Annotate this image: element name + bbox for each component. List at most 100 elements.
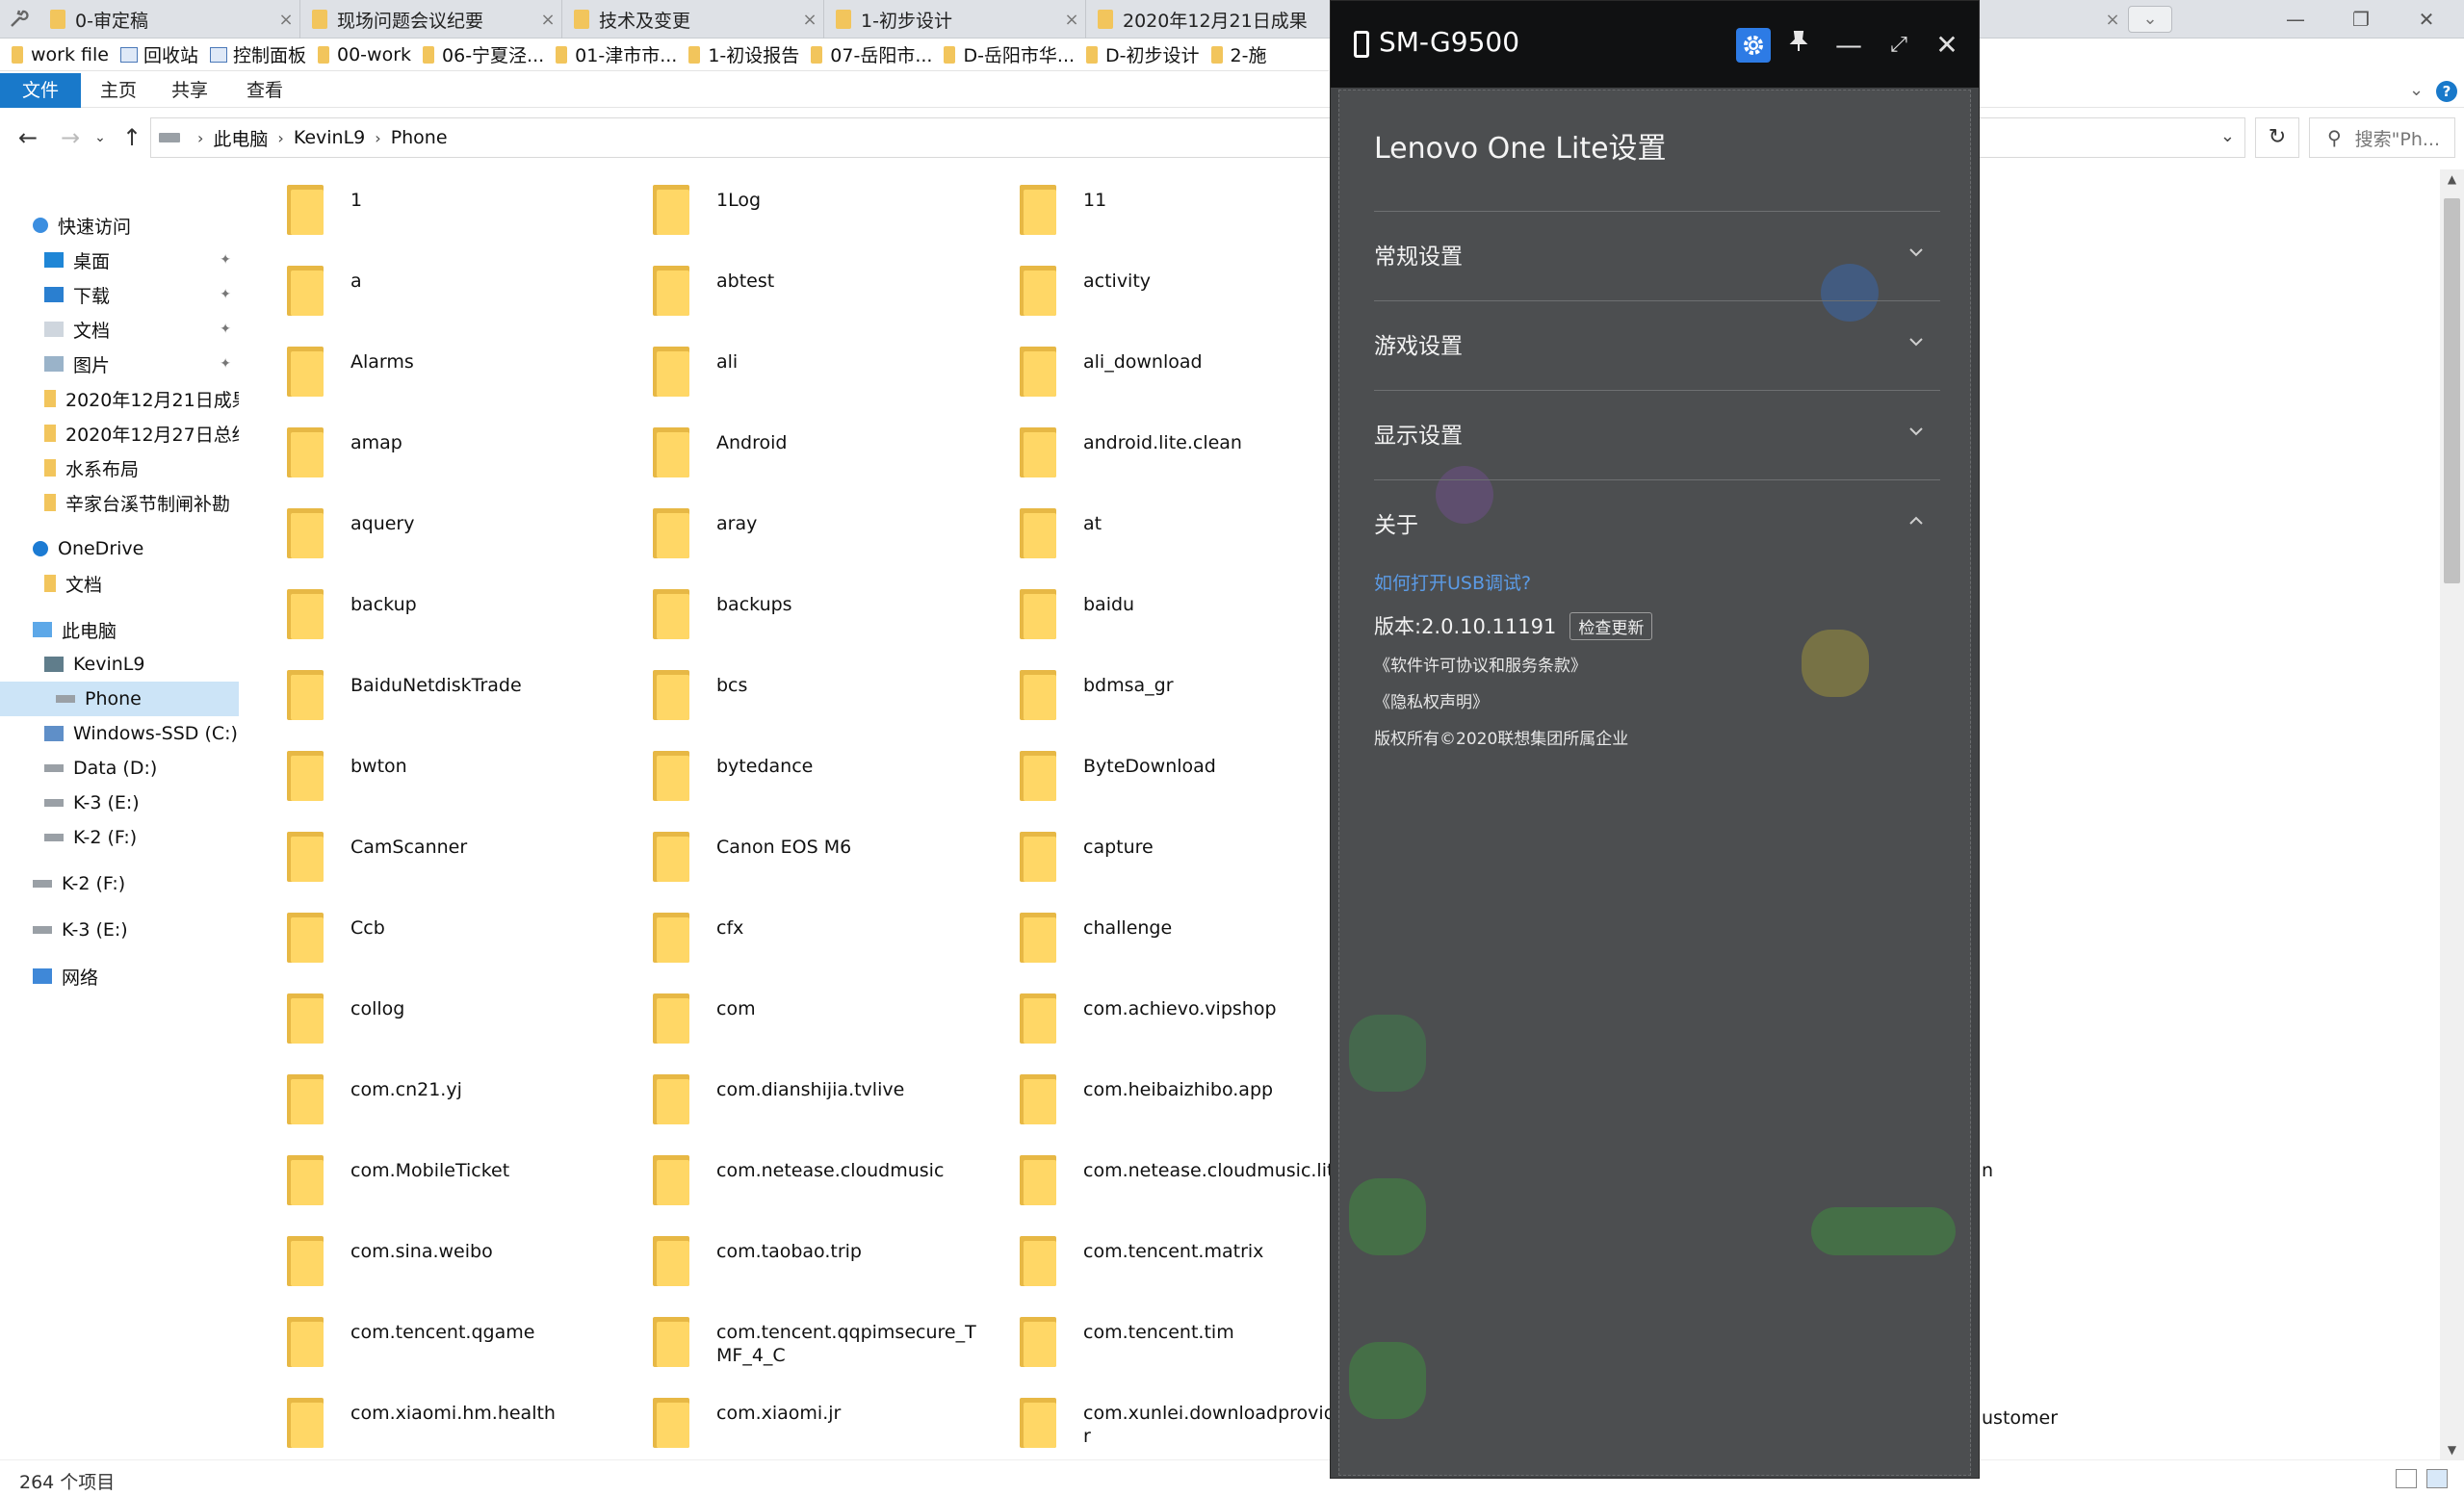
tab-view[interactable]: 查看 xyxy=(239,73,291,108)
close-icon[interactable]: × xyxy=(796,10,823,30)
section-game-settings[interactable]: 游戏设置 xyxy=(1374,323,1940,362)
folder-item[interactable]: com.taobao.trip xyxy=(614,1223,980,1303)
pin-icon[interactable] xyxy=(1781,28,1816,63)
breadcrumb-kevinl9[interactable]: KevinL9 xyxy=(294,127,365,148)
folder-item[interactable]: Canon EOS M6 xyxy=(614,818,980,899)
folder-item[interactable]: a xyxy=(248,252,614,333)
pin-icon[interactable]: ✦ xyxy=(220,356,231,372)
bookmark-item[interactable]: D-初步设计 xyxy=(1086,41,1200,67)
folder-item[interactable]: capture xyxy=(981,818,1347,899)
bookmark-item[interactable]: 01-津市市... xyxy=(556,41,677,67)
bookmark-item[interactable]: 2-施 xyxy=(1210,41,1267,67)
section-display-settings[interactable]: 显示设置 xyxy=(1374,413,1940,451)
gear-icon[interactable] xyxy=(1736,28,1771,63)
folder-item[interactable]: bdmsa_gr xyxy=(981,657,1347,737)
bookmark-item[interactable]: 00-work xyxy=(318,44,411,65)
nav-item[interactable]: K-3 (E:) xyxy=(0,786,239,820)
partial-file-name[interactable]: n xyxy=(1982,1160,1993,1181)
restore-icon[interactable]: ❐ xyxy=(2328,0,2394,39)
bookmark-item[interactable]: 06-宁夏泾... xyxy=(423,41,544,67)
bookmark-item[interactable]: 1-初设报告 xyxy=(688,41,799,67)
bookmark-item[interactable]: 控制面板 xyxy=(209,41,306,67)
nav-item[interactable]: KevinL9 xyxy=(0,647,239,682)
nav-item[interactable]: 此电脑 xyxy=(0,612,239,647)
bookmark-item[interactable]: 07-岳阳市... xyxy=(811,41,932,67)
back-arrow-icon[interactable]: ← xyxy=(12,121,44,154)
nav-item[interactable]: 辛家台溪节制闸补勘 xyxy=(0,485,239,520)
browser-tab[interactable]: 0-审定稿 × xyxy=(39,0,300,39)
chevron-right-icon[interactable]: › xyxy=(277,129,283,147)
close-icon[interactable]: ✕ xyxy=(1930,28,1964,63)
browser-tab[interactable]: 1-初步设计 × xyxy=(824,0,1086,39)
tab-share[interactable]: 共享 xyxy=(164,73,216,108)
new-tab-button[interactable]: ⌄ xyxy=(2128,6,2172,33)
large-icons-view-icon[interactable] xyxy=(2426,1469,2448,1488)
nav-item[interactable]: K-3 (E:) xyxy=(0,913,239,947)
chevron-down-icon[interactable]: ⌄ xyxy=(2220,126,2235,146)
folder-item[interactable]: aquery xyxy=(248,495,614,576)
chevron-down-icon[interactable] xyxy=(1906,331,1927,352)
folder-item[interactable]: Android xyxy=(614,414,980,495)
folder-item[interactable]: com.achievo.vipshop xyxy=(981,980,1347,1061)
tab-home[interactable]: 主页 xyxy=(92,73,144,108)
nav-item[interactable]: Data (D:) xyxy=(0,751,239,786)
folder-item[interactable]: com.netease.cloudmusic.lite xyxy=(981,1142,1347,1223)
chevron-down-icon[interactable] xyxy=(1906,421,1927,442)
folder-item[interactable]: amap xyxy=(248,414,614,495)
maximize-icon[interactable]: ⤢ xyxy=(1881,28,1916,63)
folder-item[interactable]: com.tencent.tim xyxy=(981,1303,1347,1384)
folder-item[interactable]: com.MobileTicket xyxy=(248,1142,614,1223)
usb-debug-help-link[interactable]: 如何打开USB调试? xyxy=(1374,569,1531,595)
folder-item[interactable]: aray xyxy=(614,495,980,576)
pin-icon[interactable]: ✦ xyxy=(220,322,231,337)
folder-item[interactable]: bwton xyxy=(248,737,614,818)
folder-item[interactable]: com xyxy=(614,980,980,1061)
folder-item[interactable]: challenge xyxy=(981,899,1347,980)
chevron-down-icon[interactable] xyxy=(1906,242,1927,263)
folder-item[interactable]: cfx xyxy=(614,899,980,980)
close-icon[interactable]: × xyxy=(272,10,299,30)
check-update-button[interactable]: 检查更新 xyxy=(1569,611,1653,640)
pin-icon[interactable]: ✦ xyxy=(220,252,231,268)
folder-item[interactable]: com.xiaomi.jr xyxy=(614,1384,980,1465)
folder-item[interactable]: com.xunlei.downloadprovider xyxy=(981,1384,1347,1465)
folder-item[interactable]: bytedance xyxy=(614,737,980,818)
partial-file-name[interactable]: ustomer xyxy=(1982,1407,2058,1429)
chevron-up-icon[interactable] xyxy=(1906,510,1927,531)
folder-item[interactable]: 1 xyxy=(248,171,614,252)
wrench-icon[interactable] xyxy=(4,6,33,33)
help-icon[interactable]: ? xyxy=(2436,81,2457,102)
breadcrumb-phone[interactable]: Phone xyxy=(391,127,448,148)
folder-item[interactable]: ByteDownload xyxy=(981,737,1347,818)
browser-tab[interactable]: 技术及变更 × xyxy=(562,0,824,39)
tab-file[interactable]: 文件 xyxy=(0,73,81,108)
folder-item[interactable]: baidu xyxy=(981,576,1347,657)
bookmark-item[interactable]: 回收站 xyxy=(119,41,198,67)
folder-item[interactable]: abtest xyxy=(614,252,980,333)
folder-item[interactable]: Alarms xyxy=(248,333,614,414)
nav-item[interactable]: 桌面 ✦ xyxy=(0,243,239,277)
folder-item[interactable]: com.dianshijia.tvlive xyxy=(614,1061,980,1142)
folder-item[interactable]: bcs xyxy=(614,657,980,737)
folder-item[interactable]: 1Log xyxy=(614,171,980,252)
browser-tab[interactable]: 现场问题会议纪要 × xyxy=(300,0,562,39)
recent-locations-icon[interactable]: ⌄ xyxy=(91,121,110,154)
nav-item[interactable]: 文档 ✦ xyxy=(0,312,239,347)
nav-item[interactable]: 2020年12月21日成果 xyxy=(0,381,239,416)
close-icon[interactable]: × xyxy=(534,10,561,30)
nav-item[interactable]: Phone xyxy=(0,682,239,716)
folder-item[interactable]: ali xyxy=(614,333,980,414)
nav-item[interactable]: OneDrive xyxy=(0,531,239,566)
nav-item[interactable]: 水系布局 xyxy=(0,451,239,485)
folder-item[interactable]: com.sina.weibo xyxy=(248,1223,614,1303)
folder-item[interactable]: ali_download xyxy=(981,333,1347,414)
folder-item[interactable]: com.tencent.qqpimsecure_TMF_4_C xyxy=(614,1303,980,1384)
folder-item[interactable]: 11 xyxy=(981,171,1347,252)
bookmark-item[interactable]: D-岳阳市华... xyxy=(944,41,1075,67)
nav-item[interactable]: 文档 xyxy=(0,566,239,601)
folder-item[interactable]: Ccb xyxy=(248,899,614,980)
folder-item[interactable]: com.tencent.matrix xyxy=(981,1223,1347,1303)
bookmark-item[interactable]: work file xyxy=(12,44,109,65)
ribbon-expand-icon[interactable]: ⌄ xyxy=(2409,73,2424,108)
folder-item[interactable]: BaiduNetdiskTrade xyxy=(248,657,614,737)
